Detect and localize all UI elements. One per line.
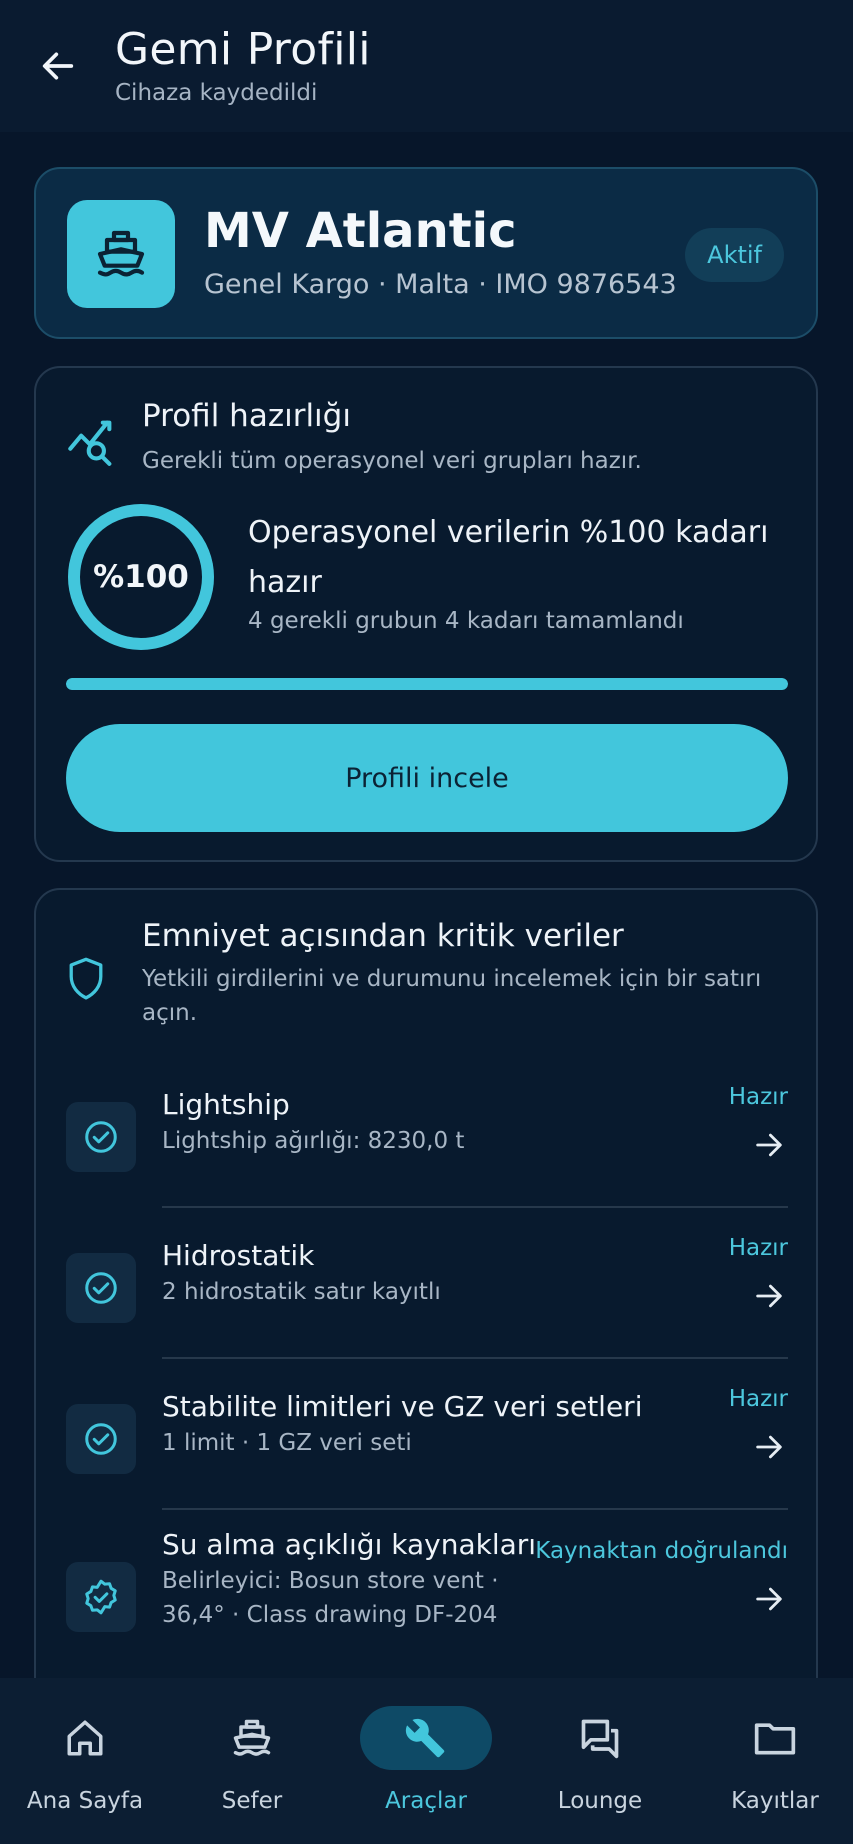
- page-subtitle: Cihaza kaydedildi: [115, 80, 318, 106]
- vessel-avatar: [67, 200, 175, 308]
- readiness-title: Profil hazırlığı: [142, 398, 351, 434]
- wrench-icon: [360, 1706, 492, 1770]
- readiness-progress-fill: [66, 678, 788, 690]
- nav-item-home[interactable]: Ana Sayfa: [0, 1678, 170, 1844]
- readiness-card: Profil hazırlığı Gerekli tüm operasyonel…: [34, 366, 818, 862]
- row-subtitle: 2 hidrostatik satır kayıtlı: [162, 1279, 441, 1305]
- check-circle-icon: [66, 1253, 136, 1323]
- readiness-detail: 4 gerekli grubun 4 kadarı tamamlandı: [248, 608, 684, 634]
- nav-item-lounge[interactable]: Lounge: [515, 1678, 685, 1844]
- ship-icon: [186, 1706, 318, 1770]
- readiness-summary: Operasyonel verilerin %100 kadarı hazır: [248, 515, 769, 600]
- nav-label: Sefer: [221, 1788, 283, 1814]
- safety-title: Emniyet açısından kritik veriler: [142, 918, 624, 954]
- home-icon: [19, 1706, 151, 1770]
- row-status: Hazır: [728, 1235, 788, 1261]
- row-subtitle: Belirleyici: Bosun store vent · 36,4° · …: [162, 1568, 499, 1628]
- row-status: Hazır: [728, 1386, 788, 1412]
- list-item-hydrostatics[interactable]: Hidrostatik 2 hidrostatik satır kayıtlı …: [66, 1215, 788, 1365]
- arrow-left-icon: [42, 52, 74, 80]
- review-profile-button[interactable]: Profili incele: [66, 724, 788, 832]
- readiness-subtitle: Gerekli tüm operasyonel veri grupları ha…: [142, 448, 642, 474]
- row-status: Hazır: [728, 1084, 788, 1110]
- chat-icon: [534, 1706, 666, 1770]
- arrow-right-icon: [756, 1587, 782, 1611]
- row-title: Hidrostatik: [162, 1239, 315, 1272]
- check-circle-icon: [66, 1404, 136, 1474]
- shield-icon: [69, 957, 103, 1000]
- nav-label: Ana Sayfa: [26, 1788, 144, 1814]
- check-circle-icon: [66, 1102, 136, 1172]
- ship-icon: [97, 230, 145, 277]
- verified-badge-icon: [66, 1562, 136, 1632]
- vessel-name: MV Atlantic: [204, 203, 517, 259]
- folder-icon: [709, 1706, 841, 1770]
- bottom-navigation: Ana Sayfa Sefer Araçlar Lounge Kayıtlar: [0, 1678, 853, 1844]
- row-title: Stabilite limitleri ve GZ veri setleri: [162, 1390, 643, 1423]
- arrow-right-icon: [756, 1133, 782, 1157]
- nav-item-voyage[interactable]: Sefer: [167, 1678, 337, 1844]
- divider: [162, 1206, 788, 1208]
- status-badge: Aktif: [685, 228, 784, 282]
- vessel-meta: Genel Kargo · Malta · IMO 9876543: [204, 269, 677, 300]
- nav-item-tools[interactable]: Araçlar: [341, 1678, 511, 1844]
- back-button[interactable]: [28, 36, 88, 96]
- arrow-right-icon: [756, 1284, 782, 1308]
- nav-label: Lounge: [557, 1788, 643, 1814]
- row-title: Lightship: [162, 1088, 290, 1121]
- row-title: Su alma açıklığı kaynakları: [162, 1528, 537, 1561]
- divider: [162, 1357, 788, 1359]
- row-subtitle: 1 limit · 1 GZ veri seti: [162, 1430, 412, 1456]
- row-status: Kaynaktan doğrulandı: [535, 1538, 788, 1564]
- row-subtitle: Lightship ağırlığı: 8230,0 t: [162, 1128, 465, 1154]
- list-item-lightship[interactable]: Lightship Lightship ağırlığı: 8230,0 t H…: [66, 1064, 788, 1214]
- arrow-right-icon: [756, 1435, 782, 1459]
- app-bar: Gemi Profili Cihaza kaydedildi: [0, 0, 853, 132]
- safety-subtitle: Yetkili girdilerini ve durumunu inceleme…: [142, 966, 762, 1026]
- nav-label: Araçlar: [385, 1788, 467, 1814]
- list-item-downflooding[interactable]: Su alma açıklığı kaynakları Belirleyici:…: [66, 1520, 788, 1690]
- page-title: Gemi Profili: [115, 24, 371, 75]
- nav-label: Kayıtlar: [731, 1788, 819, 1814]
- nav-item-records[interactable]: Kayıtlar: [690, 1678, 853, 1844]
- list-item-stability-limits[interactable]: Stabilite limitleri ve GZ veri setleri 1…: [66, 1366, 788, 1516]
- chart-search-icon: [68, 420, 112, 466]
- readiness-percent: %100: [93, 559, 189, 595]
- vessel-card: MV Atlantic Genel Kargo · Malta · IMO 98…: [34, 167, 818, 339]
- divider: [162, 1508, 788, 1510]
- readiness-progress: [66, 678, 788, 690]
